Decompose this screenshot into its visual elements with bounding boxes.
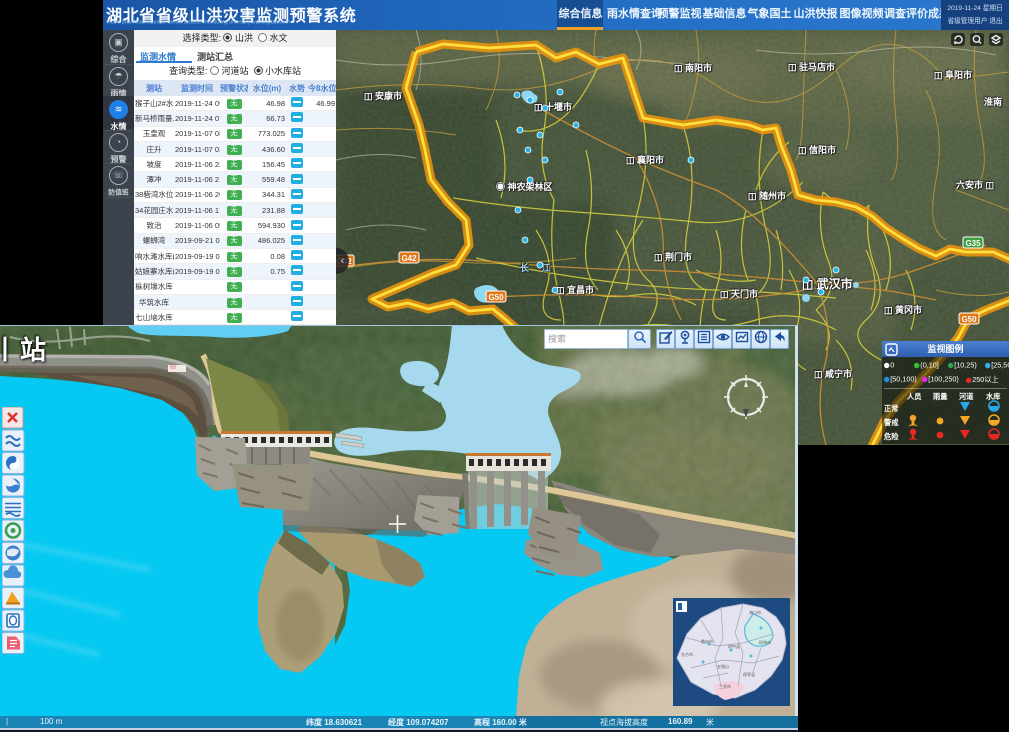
svg-text:东方市: 东方市: [681, 651, 693, 657]
svg-text:G50: G50: [488, 293, 504, 302]
svg-text:三亚市: 三亚市: [719, 683, 731, 689]
svg-text:保亭县: 保亭县: [743, 671, 755, 677]
svg-text:琼中县: 琼中县: [728, 643, 740, 649]
svg-text:G50: G50: [961, 315, 977, 324]
svg-text:儋州市: 儋州市: [701, 638, 713, 644]
svg-text:G42: G42: [401, 254, 417, 263]
svg-text:五指山: 五指山: [717, 663, 729, 669]
svg-text:海口市: 海口市: [749, 609, 761, 615]
svg-text:琼海市: 琼海市: [759, 639, 771, 645]
svg-text:G35: G35: [965, 239, 981, 248]
